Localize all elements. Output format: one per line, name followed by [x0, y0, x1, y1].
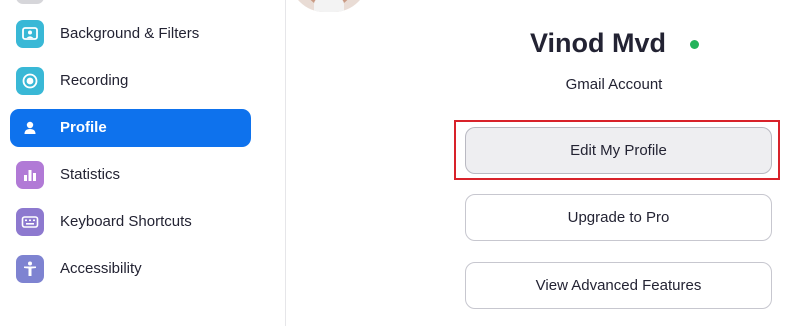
- avatar-collar: [314, 0, 344, 12]
- edit-my-profile-button[interactable]: Edit My Profile: [465, 127, 772, 174]
- sidebar-item-profile[interactable]: Profile: [10, 109, 251, 147]
- settings-window: Background & Filters Recording Profile S…: [0, 0, 800, 326]
- partial-sidebar-icon: [16, 0, 44, 4]
- upgrade-to-pro-button[interactable]: Upgrade to Pro: [465, 194, 772, 241]
- account-type-label: Gmail Account: [565, 76, 663, 93]
- sidebar-item-label: Background & Filters: [60, 25, 200, 42]
- statistics-icon: [16, 161, 44, 189]
- recording-icon: [16, 67, 44, 95]
- sidebar-item-statistics[interactable]: Statistics: [10, 156, 251, 194]
- sidebar-item-label: Statistics: [60, 166, 121, 183]
- background-filters-icon: [16, 20, 44, 48]
- sidebar-item-background-filters[interactable]: Background & Filters: [10, 15, 251, 53]
- profile-name: Vinod Mvd: [530, 28, 667, 58]
- sidebar-item-label: Accessibility: [60, 260, 142, 277]
- avatar[interactable]: [290, 0, 368, 12]
- sidebar-item-recording[interactable]: Recording: [10, 62, 251, 100]
- profile-icon: [16, 114, 44, 142]
- view-advanced-features-button[interactable]: View Advanced Features: [465, 262, 772, 309]
- settings-sidebar: Background & Filters Recording Profile S…: [0, 0, 286, 326]
- sidebar-item-label: Recording: [60, 72, 129, 89]
- sidebar-item-label: Profile: [60, 119, 107, 136]
- sidebar-item-label: Keyboard Shortcuts: [60, 213, 192, 230]
- keyboard-icon: [16, 208, 44, 236]
- sidebar-item-keyboard-shortcuts[interactable]: Keyboard Shortcuts: [10, 203, 251, 241]
- sidebar-item-accessibility[interactable]: Accessibility: [10, 250, 251, 288]
- accessibility-icon: [16, 255, 44, 283]
- online-status-dot: [690, 40, 699, 49]
